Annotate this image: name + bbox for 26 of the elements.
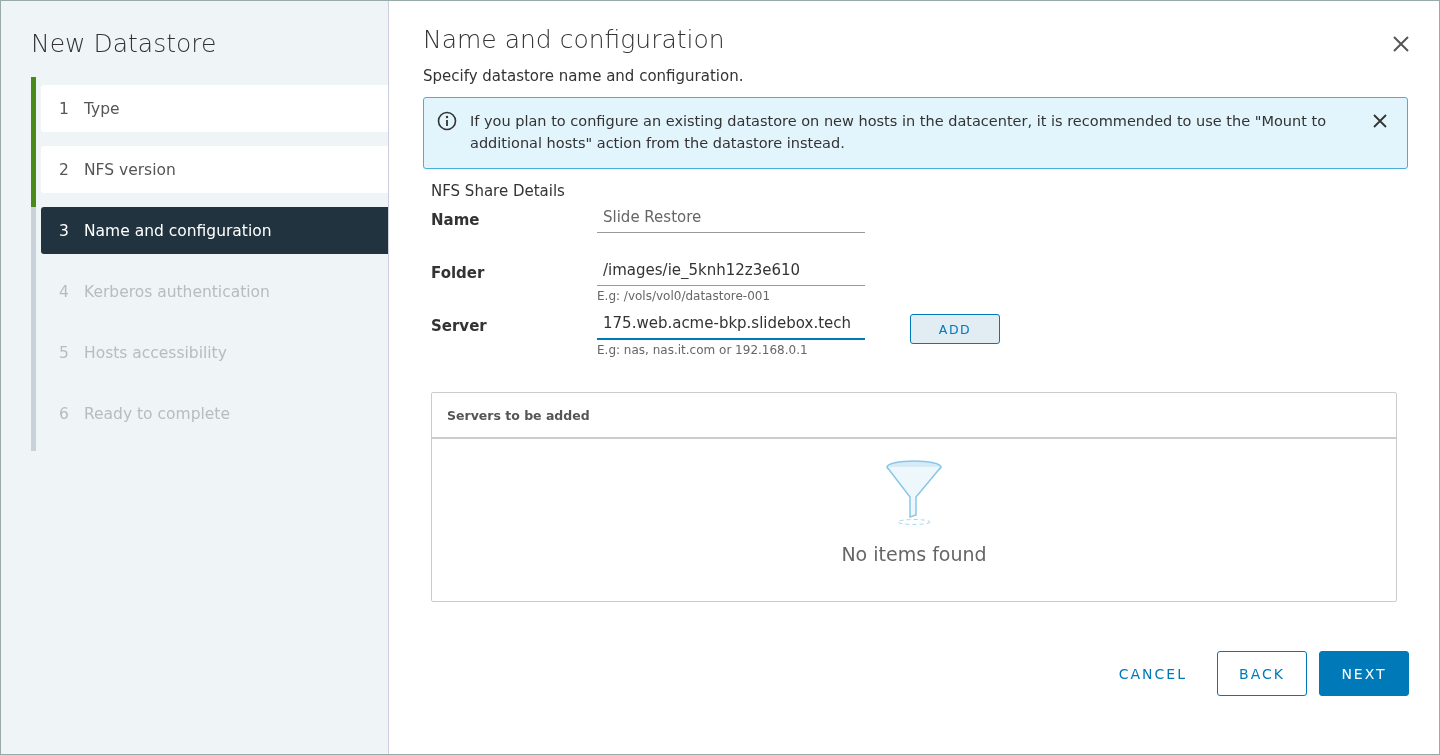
- field-label: Server: [431, 316, 488, 335]
- wizard-step[interactable]: 2 NFS version: [41, 146, 388, 193]
- column-header: Servers to be added: [432, 393, 1396, 439]
- funnel-icon: [885, 459, 943, 525]
- field-label: Name: [431, 210, 481, 229]
- empty-message: No items found: [841, 543, 987, 565]
- footer-button[interactable]: BACK: [1217, 651, 1307, 696]
- input-field[interactable]: /images/ie_5knh12z3e610: [597, 253, 865, 286]
- page-title: Name and configuration: [423, 25, 725, 54]
- footer-button[interactable]: NEXT: [1319, 651, 1409, 696]
- page-subtitle: Specify datastore name and configuration.: [423, 67, 745, 85]
- alert-message: If you plan to configure an existing datastore on new hosts in the datacenter, it is recommended to use the "Mount to additional hosts" action from the datastore instead.: [470, 112, 1328, 153]
- input-field[interactable]: 175.web.acme-bkp.slidebox.tech: [597, 306, 865, 340]
- close-icon[interactable]: [1393, 35, 1409, 52]
- wizard-title: New Datastore: [31, 29, 218, 58]
- wizard-step[interactable]: 1 Type: [41, 85, 388, 132]
- footer-button[interactable]: CANCEL: [1100, 651, 1205, 696]
- input-field[interactable]: Slide Restore: [597, 200, 865, 233]
- field-hint: E.g: nas, nas.it.com or 192.168.0.1: [597, 343, 809, 358]
- close-icon[interactable]: [1373, 114, 1387, 128]
- field-hint: E.g: /vols/vol0/datastore-001: [597, 289, 772, 304]
- section-heading: NFS Share Details: [431, 182, 566, 200]
- add-button[interactable]: ADD: [910, 314, 1000, 344]
- wizard-step[interactable]: 3 Name and configuration: [41, 207, 388, 254]
- field-label: Folder: [431, 263, 486, 282]
- info-icon: [437, 111, 457, 131]
